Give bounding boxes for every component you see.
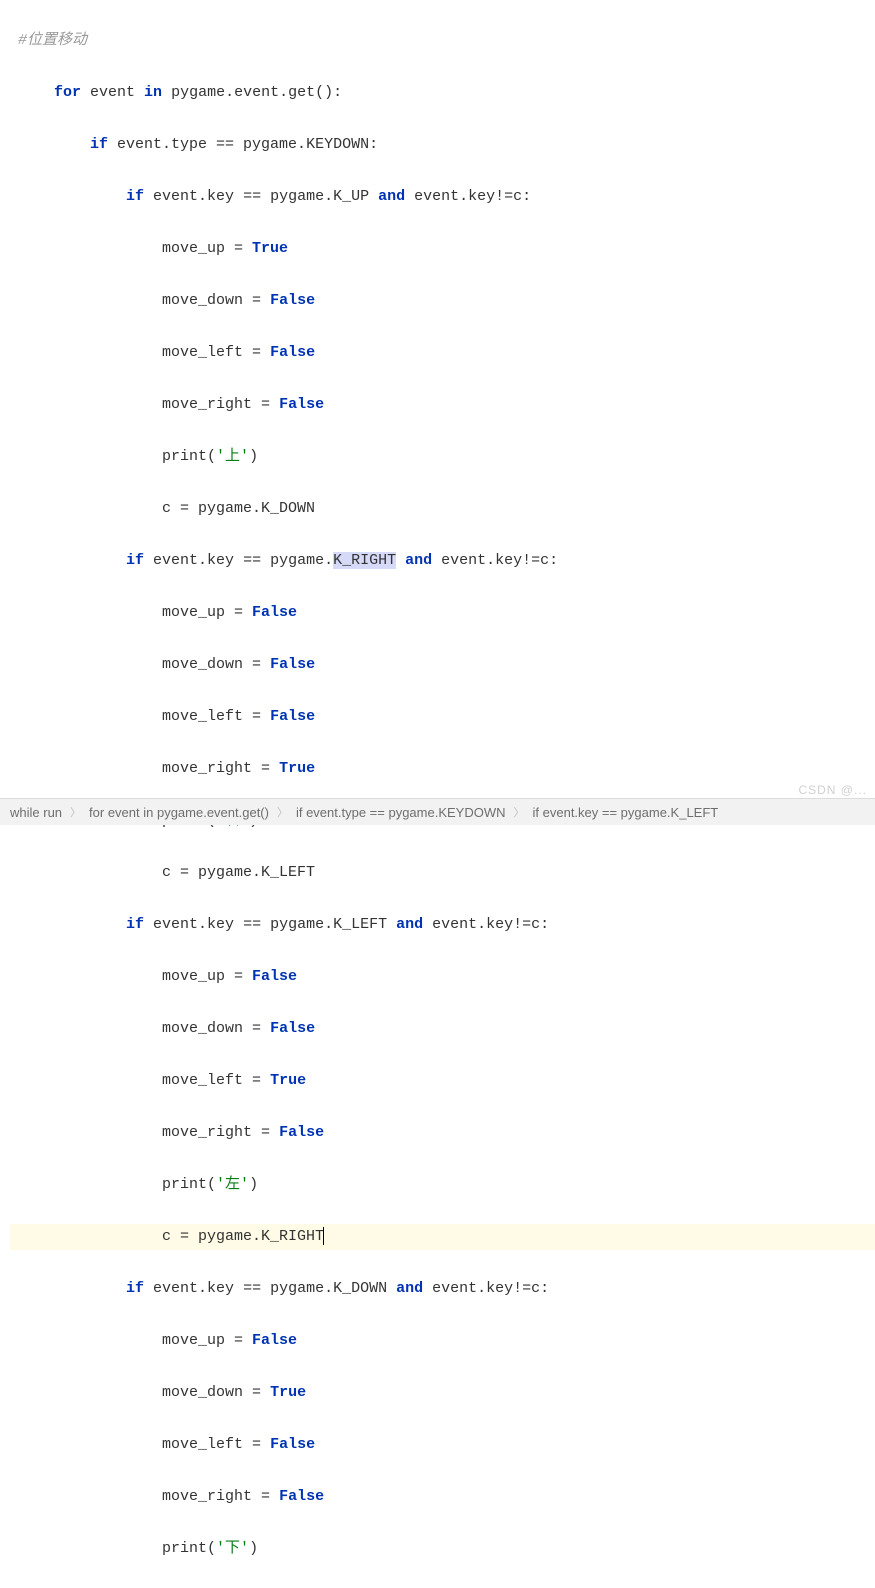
code-line: move_right = True (10, 756, 875, 782)
chevron-right-icon: 〉 (277, 804, 288, 820)
code-line: for event in pygame.event.get(): (10, 80, 875, 106)
code-line: move_right = False (10, 1484, 875, 1510)
chevron-right-icon: 〉 (514, 804, 525, 820)
breadcrumb: while run 〉 for event in pygame.event.ge… (0, 798, 875, 825)
code-line: move_up = False (10, 1328, 875, 1354)
code-line: move_left = True (10, 1068, 875, 1094)
code-line: move_left = False (10, 1432, 875, 1458)
text-cursor (323, 1227, 324, 1245)
code-line-highlighted: c = pygame.K_RIGHT (10, 1224, 875, 1250)
code-line: move_left = False (10, 704, 875, 730)
text-selection: K_RIGHT (333, 552, 396, 569)
code-line: c = pygame.K_LEFT (10, 860, 875, 886)
code-line: if event.key == pygame.K_UP and event.ke… (10, 184, 875, 210)
breadcrumb-item[interactable]: if event.key == pygame.K_LEFT (533, 805, 719, 820)
watermark: CSDN @... (798, 783, 867, 797)
code-line: if event.key == pygame.K_DOWN and event.… (10, 1276, 875, 1302)
code-line: c = pygame.K_DOWN (10, 496, 875, 522)
code-editor[interactable]: #位置移动 for event in pygame.event.get(): i… (0, 0, 875, 1588)
code-line: move_left = False (10, 340, 875, 366)
code-line: move_down = False (10, 1016, 875, 1042)
breadcrumb-item[interactable]: while run (10, 805, 62, 820)
code-line: if event.key == pygame.K_RIGHT and event… (10, 548, 875, 574)
code-line: move_up = True (10, 236, 875, 262)
code-line: move_right = False (10, 392, 875, 418)
code-line: move_up = False (10, 600, 875, 626)
code-line: move_down = False (10, 652, 875, 678)
code-line: #位置移动 (10, 28, 875, 54)
code-line: if event.type == pygame.KEYDOWN: (10, 132, 875, 158)
code-line: print('上') (10, 444, 875, 470)
code-line: print('左') (10, 1172, 875, 1198)
code-line: print('下') (10, 1536, 875, 1562)
code-line: move_up = False (10, 964, 875, 990)
breadcrumb-item[interactable]: if event.type == pygame.KEYDOWN (296, 805, 506, 820)
chevron-right-icon: 〉 (70, 804, 81, 820)
code-line: if event.key == pygame.K_LEFT and event.… (10, 912, 875, 938)
code-line: move_down = True (10, 1380, 875, 1406)
code-line: move_right = False (10, 1120, 875, 1146)
code-line: move_down = False (10, 288, 875, 314)
breadcrumb-item[interactable]: for event in pygame.event.get() (89, 805, 269, 820)
